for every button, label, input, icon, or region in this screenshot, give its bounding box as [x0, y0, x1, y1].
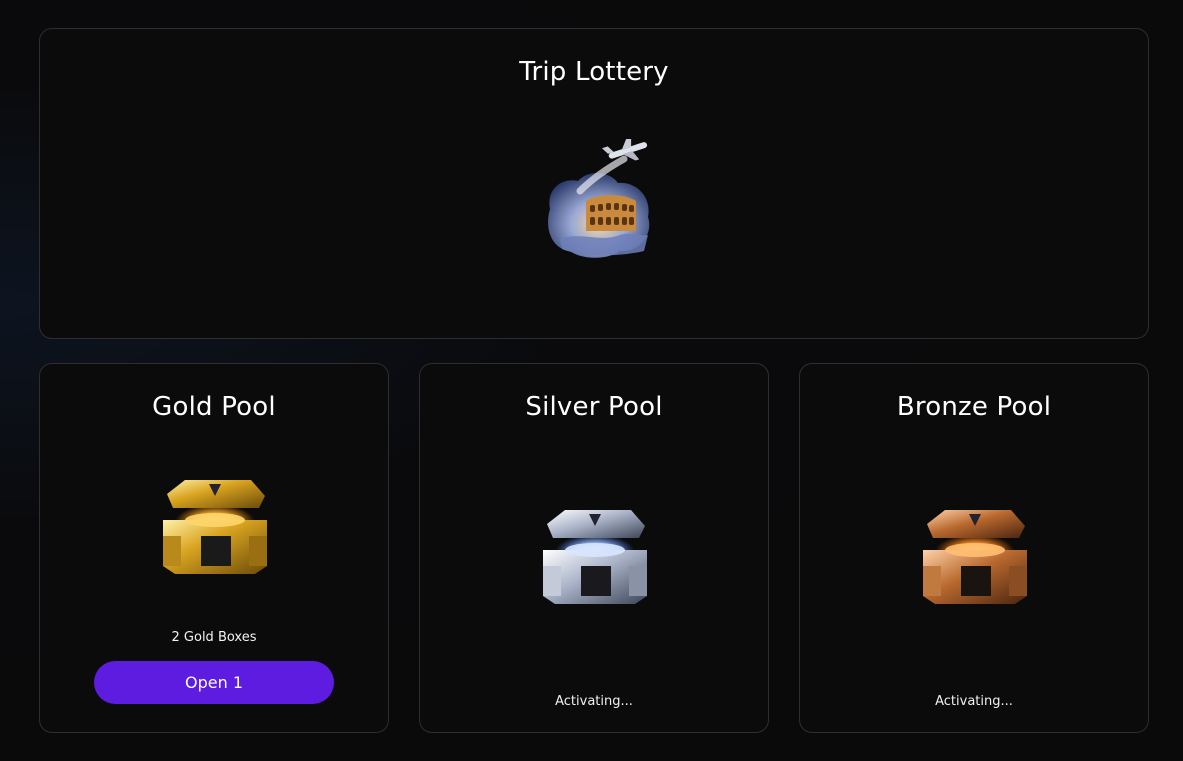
- bronze-pool-card: Bronze Pool Activating...: [799, 363, 1149, 733]
- bronze-pool-title: Bronze Pool: [896, 392, 1052, 422]
- bronze-pool-status: Activating...: [935, 694, 1013, 709]
- silver-pool-status: Activating...: [555, 694, 633, 709]
- gold-pool-title: Gold Pool: [152, 392, 276, 422]
- silver-chest-image: [535, 504, 655, 609]
- bronze-chest-image: [915, 504, 1035, 609]
- silver-pool-title: Silver Pool: [525, 392, 663, 422]
- open-gold-box-button[interactable]: Open 1: [94, 661, 334, 704]
- gold-chest-image: [155, 474, 275, 579]
- gold-pool-card: Gold Pool 2 Gold Boxes Open 1: [39, 363, 389, 733]
- trip-lottery-title: Trip Lottery: [519, 57, 669, 87]
- silver-pool-card: Silver Pool Activating...: [419, 363, 769, 733]
- airplane-colosseum-image: [540, 134, 660, 264]
- gold-box-count: 2 Gold Boxes: [171, 630, 257, 645]
- trip-lottery-card: Trip Lottery: [39, 28, 1149, 339]
